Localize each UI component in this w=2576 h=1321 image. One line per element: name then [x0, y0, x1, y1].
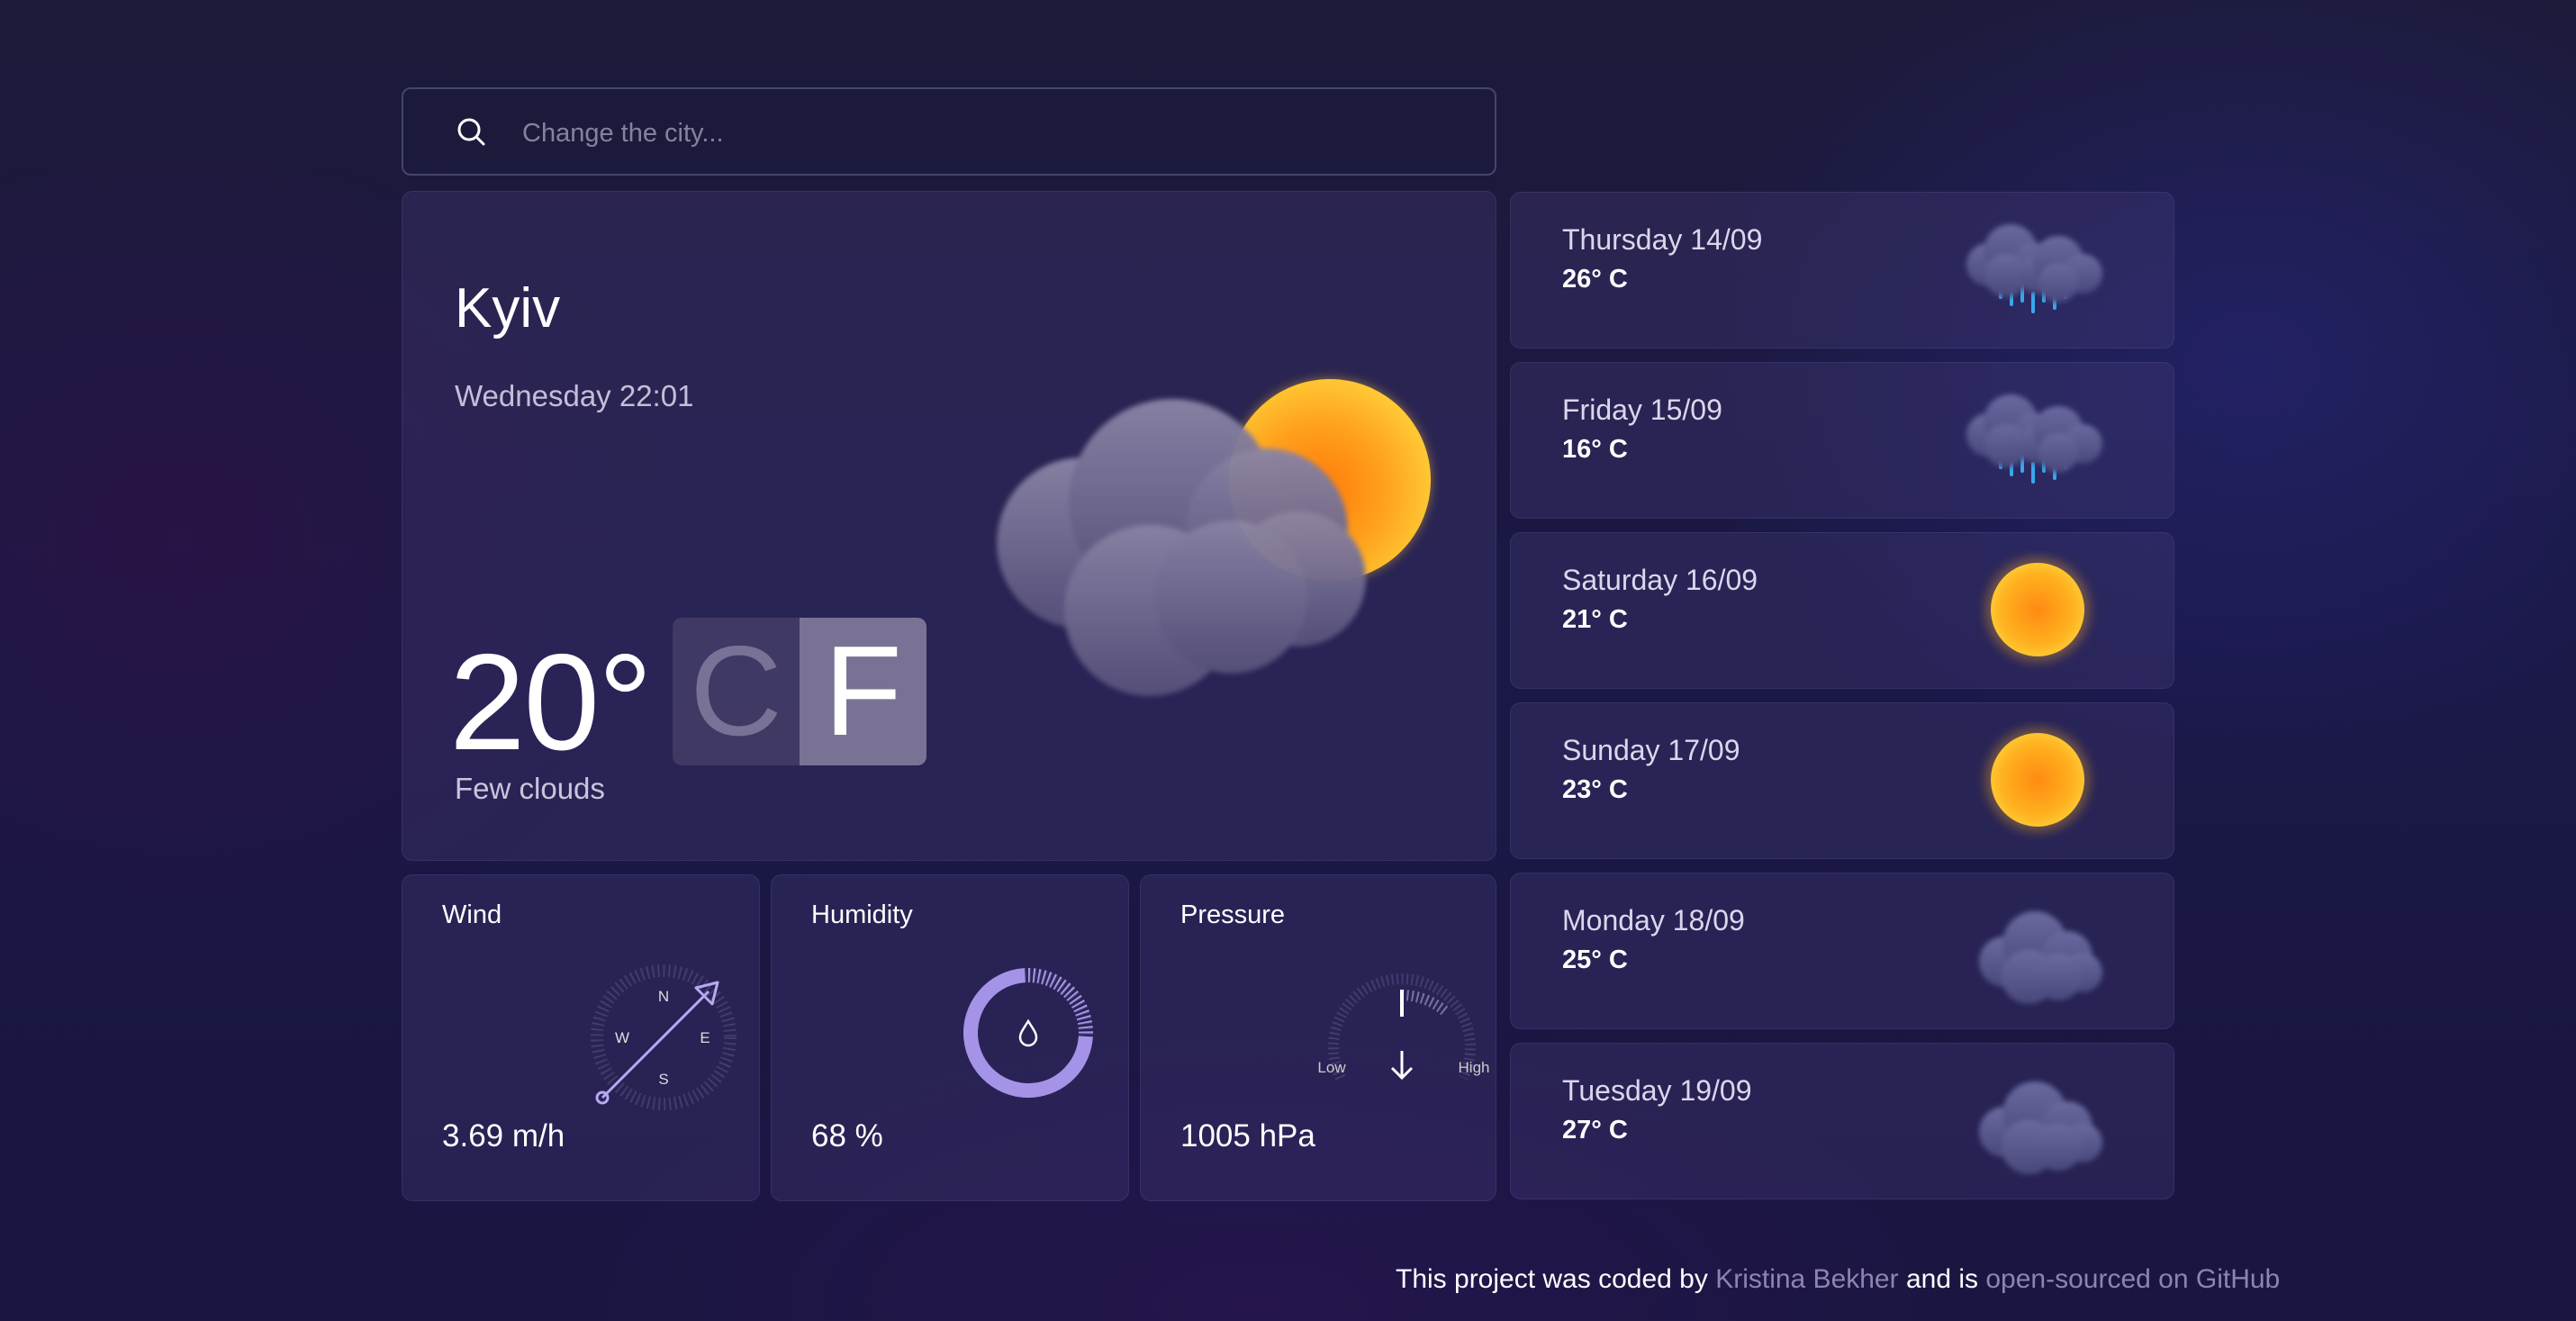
forecast-date: 19/09	[1679, 1074, 1752, 1107]
forecast-item: Monday 18/09 25° C	[1510, 873, 2174, 1029]
forecast-temp: 25° C	[1562, 946, 1628, 974]
forecast-day: Tuesday	[1562, 1074, 1672, 1107]
compass-icon: N E S W	[591, 964, 737, 1110]
forecast-date: 16/09	[1685, 564, 1758, 596]
forecast-item: Sunday 17/09 23° C	[1510, 702, 2174, 859]
pressure-gauge: Low High	[1317, 973, 1490, 1081]
search-input[interactable]	[520, 109, 1469, 158]
forecast-temp: 27° C	[1562, 1116, 1628, 1145]
current-temperature: 20°	[449, 626, 653, 779]
cloud-sun-icon	[997, 379, 1431, 696]
wind-title: Wind	[442, 900, 502, 929]
forecast-day: Friday	[1562, 394, 1642, 426]
wind-value: 3.69 m/h	[442, 1118, 565, 1154]
cloud-icon	[1979, 911, 2102, 1004]
pressure-card: Pressure Low High 1005 hPa	[1140, 874, 1496, 1201]
forecast-item: Saturday 16/09 21° C	[1510, 532, 2174, 689]
footer-middle: and is	[1905, 1264, 1979, 1294]
github-link[interactable]: open-sourced on GitHub	[1985, 1264, 2280, 1294]
rain-clouds-icon	[1966, 394, 2102, 484]
forecast-temp: 16° C	[1562, 435, 1628, 464]
forecast-day: Sunday	[1562, 734, 1660, 766]
forecast-day: Saturday	[1562, 564, 1678, 596]
cloud-icon	[1979, 1081, 2102, 1174]
compass-e: E	[700, 1029, 710, 1046]
pressure-low-label: Low	[1317, 1059, 1346, 1076]
forecast-item: Tuesday 19/09 27° C	[1510, 1043, 2174, 1199]
city-search-bar[interactable]	[402, 87, 1496, 176]
pressure-value: 1005 hPa	[1180, 1118, 1315, 1154]
celsius-button[interactable]: C	[673, 618, 800, 765]
forecast-day: Thursday	[1562, 223, 1683, 256]
forecast-item: Friday 15/09 16° C	[1510, 362, 2174, 519]
forecast-temp: 26° C	[1562, 265, 1628, 294]
rain-clouds-icon	[1966, 224, 2102, 313]
current-datetime: Wednesday 22:01	[455, 379, 694, 412]
author-link[interactable]: Kristina Bekher	[1715, 1264, 1898, 1294]
footer: This project was coded by Kristina Bekhe…	[1396, 1264, 2280, 1295]
compass-s: S	[658, 1071, 668, 1088]
compass-w: W	[615, 1029, 629, 1046]
forecast-item: Thursday 14/09 26° C	[1510, 192, 2174, 348]
weather-condition: Few clouds	[455, 772, 605, 805]
search-icon	[457, 118, 485, 146]
arrow-down-icon	[1390, 1051, 1414, 1081]
current-weather-card: Kyiv Wednesday 22:01 20° C F Few clouds	[402, 191, 1496, 861]
humidity-title: Humidity	[811, 900, 913, 929]
forecast-date: 18/09	[1672, 904, 1745, 936]
forecast-date: 14/09	[1690, 223, 1763, 256]
forecast-date: 17/09	[1668, 734, 1740, 766]
forecast-date: 15/09	[1650, 394, 1722, 426]
humidity-card: Humidity 68 %	[771, 874, 1129, 1201]
footer-prefix: This project was coded by	[1396, 1264, 1708, 1294]
humidity-gauge-fill	[963, 968, 1093, 1098]
forecast-day: Monday	[1562, 904, 1665, 936]
pressure-high-label: High	[1459, 1059, 1490, 1076]
forecast-temp: 21° C	[1562, 605, 1628, 634]
fahrenheit-button[interactable]: F	[800, 618, 926, 765]
forecast-temp: 23° C	[1562, 775, 1628, 804]
humidity-value: 68 %	[811, 1118, 883, 1154]
unit-toggle[interactable]: C F	[673, 618, 926, 765]
compass-n: N	[658, 988, 669, 1005]
humidity-gauge	[963, 968, 1093, 1098]
city-name: Kyiv	[455, 277, 561, 339]
droplet-icon	[1018, 1018, 1038, 1047]
pressure-title: Pressure	[1180, 900, 1286, 929]
sun-icon	[1985, 728, 2090, 832]
sun-icon	[1985, 557, 2090, 662]
wind-card: Wind N E S W 3.69 m/h	[402, 874, 760, 1201]
